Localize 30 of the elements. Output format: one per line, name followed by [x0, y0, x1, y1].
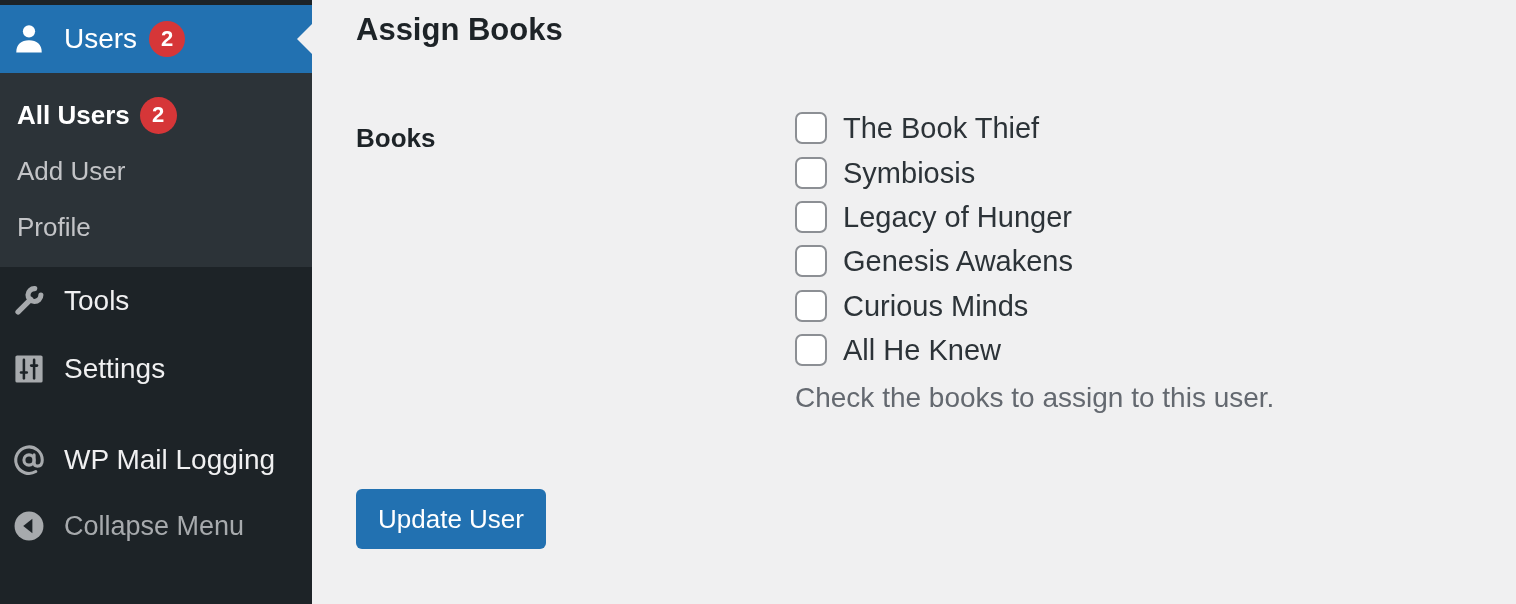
field-description: Check the books to assign to this user. — [795, 381, 1275, 416]
checkbox-label[interactable]: The Book Thief — [843, 110, 1040, 147]
at-sign-icon — [12, 443, 46, 477]
sidebar-menu-item[interactable]: Users 2 — [0, 5, 312, 73]
checkbox[interactable] — [795, 334, 827, 367]
checkbox-label[interactable]: Curious Minds — [843, 287, 1029, 324]
sidebar-menu-item[interactable]: Tools — [0, 267, 312, 335]
sliders-icon — [12, 352, 46, 386]
submenu-item[interactable]: Profile — [0, 199, 312, 255]
checkbox[interactable] — [795, 289, 827, 322]
section-heading: Assign Books — [356, 11, 564, 49]
checkbox-label[interactable]: Symbiosis — [843, 154, 976, 191]
submenu-item[interactable]: Add User — [0, 143, 312, 199]
checkbox[interactable] — [795, 112, 827, 145]
notification-count: 2 — [149, 21, 186, 57]
wrench-icon — [12, 284, 46, 318]
notification-count: 2 — [139, 96, 177, 134]
checkbox[interactable] — [795, 156, 827, 189]
checkbox-label[interactable]: Legacy of Hunger — [843, 198, 1072, 235]
checkbox-label[interactable]: Genesis Awakens — [843, 243, 1073, 280]
update-user-button[interactable]: Update User — [356, 489, 546, 550]
collapse-menu-button[interactable]: Collapse Menu — [0, 494, 312, 558]
submenu-item[interactable]: All Users 2 — [0, 87, 312, 143]
checkbox-label[interactable]: All He Knew — [843, 332, 1001, 369]
triangle-pointer-icon — [297, 24, 312, 54]
field-label: Books — [356, 122, 437, 155]
sidebar-menu-item[interactable]: Settings — [0, 335, 312, 403]
sidebar-menu-item[interactable]: WP Mail Logging — [0, 426, 312, 494]
checkbox[interactable] — [795, 245, 827, 278]
checkbox[interactable] — [795, 200, 827, 233]
